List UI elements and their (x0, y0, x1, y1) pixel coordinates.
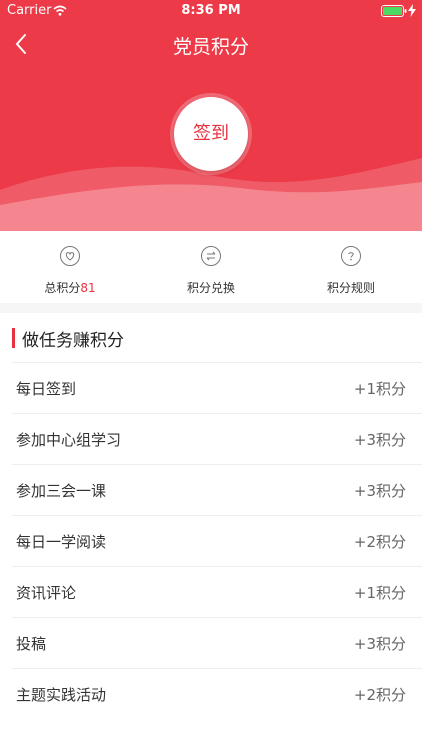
task-points: +3积分 (353, 431, 406, 449)
task-row[interactable]: 投稿 +3积分 (12, 617, 422, 668)
points-exchange-label: 积分兑换 (186, 281, 235, 295)
task-points: +2积分 (353, 533, 406, 551)
task-name: 每日一学阅读 (16, 533, 107, 551)
charging-icon (408, 4, 416, 17)
task-name: 主题实践活动 (16, 686, 107, 704)
exchange-icon (201, 246, 221, 266)
page-title: 党员积分 (172, 36, 249, 58)
task-row[interactable]: 参加中心组学习 +3积分 (12, 413, 422, 464)
section-header: 做任务赚积分 (0, 320, 422, 360)
task-name: 参加中心组学习 (16, 431, 122, 449)
task-row[interactable]: 每日签到 +1积分 (12, 362, 422, 413)
task-name: 投稿 (16, 635, 47, 653)
task-points: +2积分 (353, 686, 406, 704)
task-points: +3积分 (353, 635, 406, 653)
sign-in-button[interactable]: 签到 (174, 97, 248, 171)
quick-menu: 总积分81 积分兑换 积分规则 (0, 231, 422, 303)
task-name: 资讯评论 (16, 584, 77, 602)
task-name: 每日签到 (16, 380, 77, 398)
task-points: +1积分 (353, 380, 406, 398)
task-row[interactable]: 参加三会一课 +3积分 (12, 464, 422, 515)
task-points: +3积分 (353, 482, 406, 500)
hero-banner: Carrier 8:36 PM 党员积分 签到 (0, 0, 422, 231)
task-name: 参加三会一课 (16, 482, 107, 500)
task-row[interactable]: 主题实践活动 +2积分 (12, 668, 422, 719)
status-bar: Carrier 8:36 PM (0, 0, 422, 22)
task-row[interactable]: 每日一学阅读 +2积分 (12, 515, 422, 566)
status-time: 8:36 PM (181, 3, 241, 18)
points-exchange-item[interactable]: 积分兑换 (141, 231, 281, 303)
task-list: 每日签到 +1积分 参加中心组学习 +3积分 参加三会一课 +3积分 每日一学阅… (0, 362, 422, 719)
heart-icon (60, 246, 80, 266)
battery-icon (381, 5, 407, 17)
points-rules-label: 积分规则 (326, 281, 375, 295)
section-accent-bar (12, 328, 15, 348)
section-title: 做任务赚积分 (22, 331, 124, 351)
question-icon (341, 246, 361, 266)
total-points-label: 总积分 (44, 281, 81, 295)
section-divider (0, 303, 422, 313)
points-rules-item[interactable]: 积分规则 (281, 231, 421, 303)
task-points: +1积分 (353, 584, 406, 602)
total-points-item[interactable]: 总积分81 (0, 231, 140, 303)
task-row[interactable]: 资讯评论 +1积分 (12, 566, 422, 617)
total-points-value: 81 (80, 281, 96, 295)
